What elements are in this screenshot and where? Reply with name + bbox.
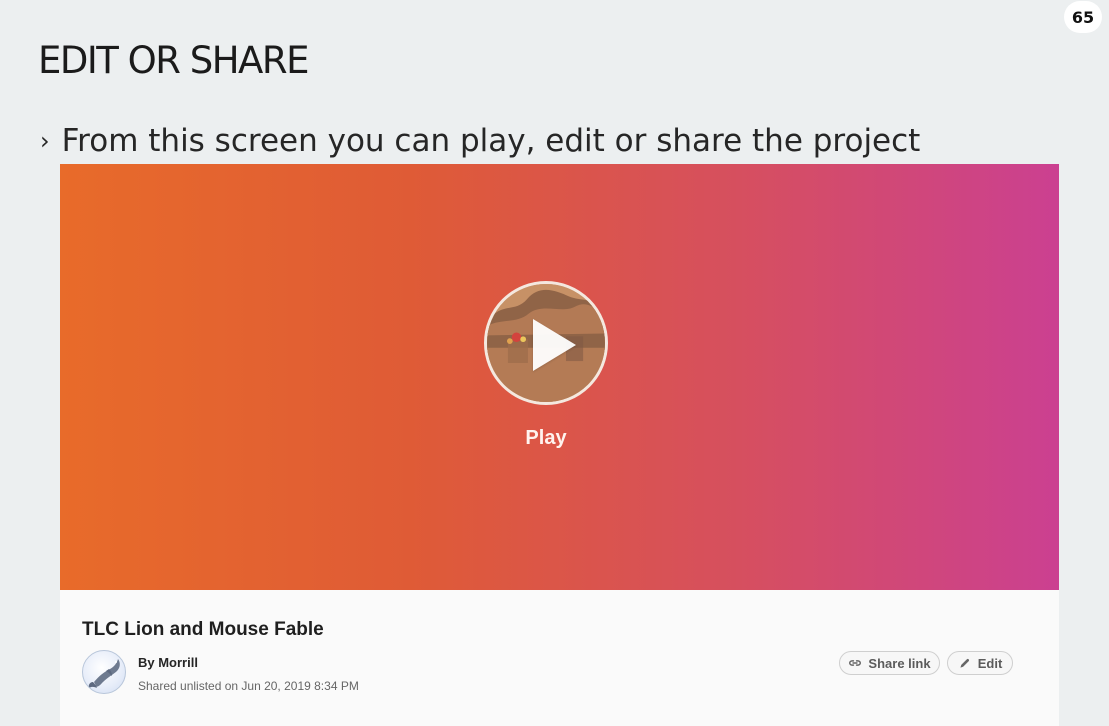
slide-bullet: › From this screen you can play, edit or… <box>40 122 920 162</box>
share-link-label: Share link <box>868 655 931 671</box>
bullet-chevron-icon: › <box>40 127 50 155</box>
project-title: TLC Lion and Mouse Fable <box>82 619 324 640</box>
author-name: By Morrill <box>138 655 198 670</box>
slide-bullet-text: From this screen you can play, edit or s… <box>61 123 921 159</box>
project-hero: Play <box>60 164 1059 590</box>
project-screen: Play TLC Lion and Mouse Fable By Morrill… <box>60 164 1059 726</box>
play-icon <box>533 319 576 371</box>
shared-status: Shared unlisted on Jun 20, 2019 8:34 PM <box>138 679 359 693</box>
slide-title: EDIT OR SHARE <box>38 39 309 82</box>
page-number: 65 <box>1071 7 1095 27</box>
page-number-badge: 65 <box>1064 1 1102 33</box>
share-link-button[interactable]: Share link <box>839 651 940 675</box>
author-avatar <box>82 650 126 694</box>
pencil-icon <box>958 656 972 670</box>
link-icon <box>848 656 862 670</box>
play-button[interactable] <box>484 281 608 405</box>
play-label[interactable]: Play <box>500 427 592 450</box>
dolphin-icon <box>88 659 120 688</box>
edit-label: Edit <box>977 655 1003 671</box>
edit-button[interactable]: Edit <box>947 651 1013 675</box>
